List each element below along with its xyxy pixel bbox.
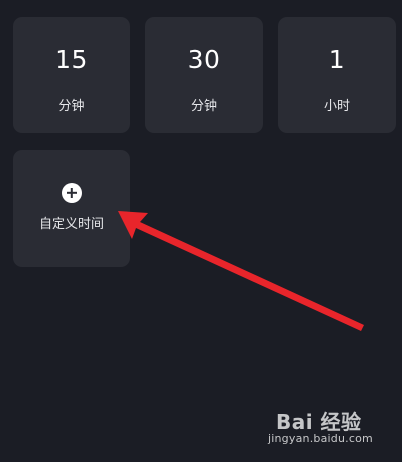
duration-option-30-minutes[interactable]: 30 分钟 bbox=[145, 17, 263, 133]
duration-value: 15 bbox=[55, 45, 88, 74]
duration-value: 1 bbox=[328, 45, 346, 74]
duration-value: 30 bbox=[187, 45, 221, 74]
duration-unit: 小时 bbox=[323, 99, 350, 114]
plus-circle-icon bbox=[62, 183, 82, 203]
watermark-url: jingyan.baidu.com bbox=[268, 432, 373, 445]
custom-time-button[interactable]: 自定义时间 bbox=[13, 150, 130, 267]
duration-option-1-hour[interactable]: 1 小时 bbox=[278, 17, 396, 133]
duration-unit: 分钟 bbox=[58, 99, 85, 114]
duration-option-15-minutes[interactable]: 15 分钟 bbox=[13, 17, 130, 133]
custom-time-label: 自定义时间 bbox=[38, 217, 104, 232]
time-picker-screen: 15 分钟 30 分钟 1 小时 自定义时间 Bai 经验 jingyan.ba… bbox=[0, 0, 402, 462]
watermark-logo: Bai 经验 bbox=[276, 410, 362, 434]
duration-unit: 分钟 bbox=[190, 99, 217, 114]
baidu-jingyan-watermark: Bai 经验 jingyan.baidu.com bbox=[268, 406, 388, 448]
